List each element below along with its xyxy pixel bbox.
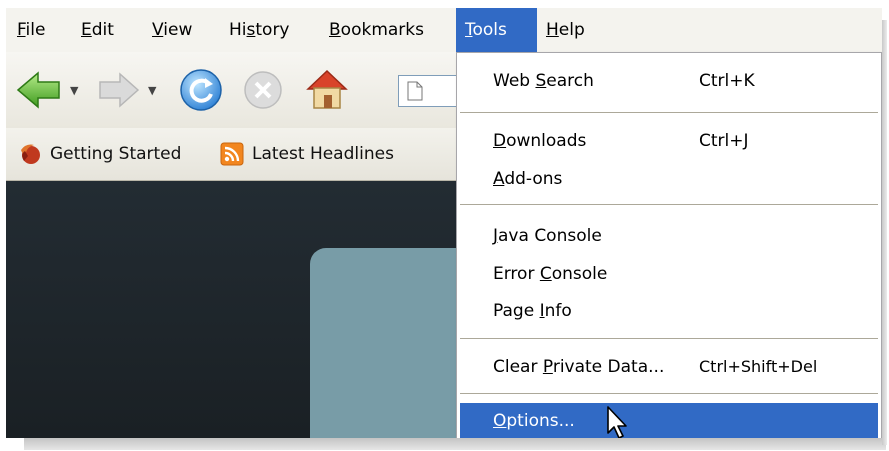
address-bar[interactable] [398, 75, 459, 107]
menu-file[interactable]: File [8, 8, 54, 52]
shortcut-label: Ctrl+J [699, 131, 749, 151]
menu-item-label: Java Console [493, 226, 602, 246]
bookmark-getting-started[interactable]: Getting Started [14, 128, 210, 180]
back-dropdown-icon[interactable]: ▼ [70, 84, 78, 97]
page-icon [407, 81, 423, 101]
tools-dropdown-menu: Web Search Ctrl+K Downloads Ctrl+J Add-o… [456, 52, 882, 438]
menu-tools[interactable]: Tools [456, 8, 537, 52]
stop-icon[interactable] [242, 69, 284, 111]
menu-item-label: Downloads [493, 131, 587, 151]
menu-item-label: Options... [493, 411, 575, 431]
menu-item-java-console[interactable]: Java Console [457, 218, 881, 254]
menu-edit[interactable]: Edit [72, 8, 123, 52]
bookmark-label: Latest Headlines [252, 144, 394, 164]
menu-bookmarks[interactable]: Bookmarks [320, 8, 433, 52]
menu-separator [460, 204, 878, 205]
forward-dropdown-icon[interactable]: ▼ [148, 84, 156, 97]
window-shadow-bottom [24, 438, 886, 450]
forward-arrow-icon[interactable] [98, 72, 140, 108]
window-shadow-right [882, 20, 887, 445]
reload-icon[interactable] [178, 67, 224, 113]
shortcut-label: Ctrl+Shift+Del [699, 357, 818, 376]
home-icon[interactable] [304, 67, 350, 111]
browser-window: File Edit View History Bookmarks Tools H… [6, 8, 882, 438]
shortcut-label: Ctrl+K [699, 71, 755, 91]
menu-item-label: Page Info [493, 301, 572, 321]
menu-bar: File Edit View History Bookmarks Tools H… [6, 8, 882, 52]
menu-history[interactable]: History [220, 8, 299, 52]
menu-separator [460, 112, 878, 113]
menu-item-error-console[interactable]: Error Console [457, 256, 881, 292]
menu-help[interactable]: Help [537, 8, 594, 52]
menu-separator [460, 393, 878, 394]
menu-item-label: Clear Private Data... [493, 357, 665, 377]
menu-item-label: Error Console [493, 264, 608, 284]
rss-feed-icon [220, 142, 244, 166]
menu-item-downloads[interactable]: Downloads Ctrl+J [457, 123, 881, 159]
mouse-pointer-icon [607, 406, 627, 438]
menu-item-clear-private-data[interactable]: Clear Private Data... Ctrl+Shift+Del [457, 349, 881, 385]
menu-separator [460, 338, 878, 339]
bookmark-label: Getting Started [50, 144, 182, 164]
menu-item-web-search[interactable]: Web Search Ctrl+K [457, 63, 881, 99]
menu-item-label: Web Search [493, 71, 594, 91]
firefox-icon [21, 144, 40, 164]
menu-item-page-info[interactable]: Page Info [457, 293, 881, 329]
back-arrow-icon[interactable] [16, 70, 62, 110]
menu-item-label: Add-ons [493, 169, 563, 189]
menu-item-add-ons[interactable]: Add-ons [457, 161, 881, 197]
bookmark-latest-headlines[interactable]: Latest Headlines [218, 128, 428, 180]
menu-view[interactable]: View [143, 8, 201, 52]
menu-item-options[interactable]: Options... [460, 403, 878, 438]
